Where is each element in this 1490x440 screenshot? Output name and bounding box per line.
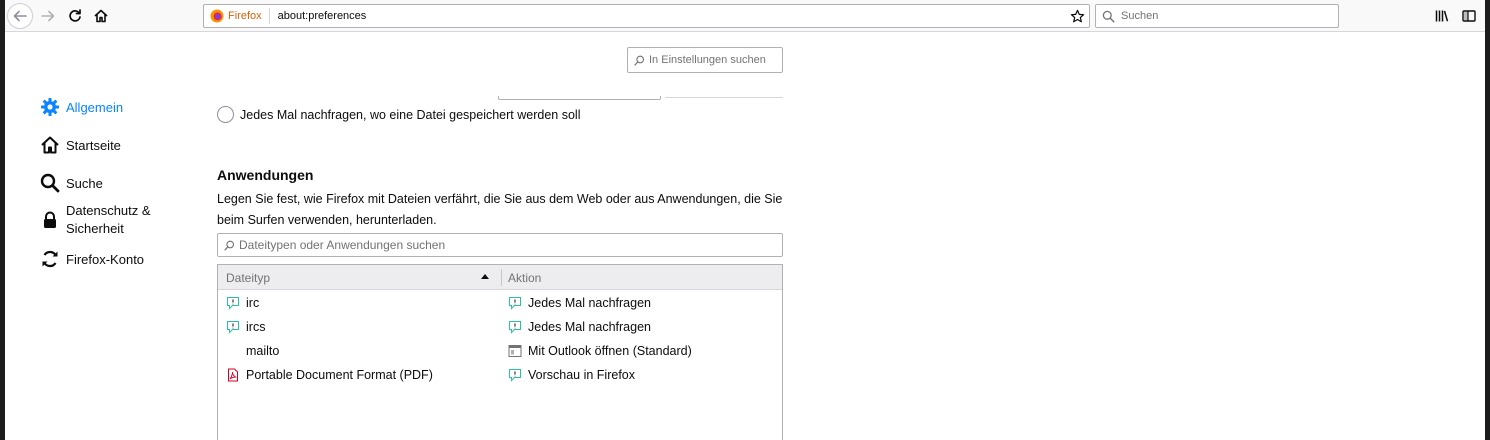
- back-arrow-icon: [13, 10, 27, 22]
- chat-icon: [227, 321, 239, 334]
- ask-save-location-option[interactable]: Jedes Mal nachfragen, wo eine Datei gesp…: [217, 106, 580, 123]
- category-home[interactable]: Startseite: [39, 134, 121, 156]
- chat-icon: [509, 321, 521, 334]
- column-header-action[interactable]: Aktion: [508, 271, 541, 285]
- home-icon: [39, 134, 61, 156]
- library-button[interactable]: [1429, 3, 1455, 29]
- category-home-label: Startseite: [66, 137, 121, 153]
- url-bar[interactable]: Firefox about:preferences: [203, 4, 1090, 28]
- library-icon: [1435, 10, 1449, 22]
- column-header-type[interactable]: Dateityp: [226, 271, 270, 285]
- row-type: Portable Document Format (PDF): [246, 368, 433, 382]
- pdf-icon: [228, 368, 238, 382]
- table-row[interactable]: irc Jedes Mal nachfragen: [218, 292, 782, 316]
- category-search[interactable]: Suche: [39, 172, 103, 194]
- preferences-search-box[interactable]: [627, 47, 783, 73]
- table-row[interactable]: ircs Jedes Mal nachfragen: [218, 316, 782, 340]
- row-action: Jedes Mal nachfragen: [528, 320, 651, 334]
- handlers-table: Dateityp Aktion irc Jedes Mal nachfragen…: [217, 264, 783, 440]
- category-sync[interactable]: Firefox-Konto: [39, 248, 144, 270]
- back-button[interactable]: [7, 3, 33, 29]
- applications-heading: Anwendungen: [217, 167, 314, 183]
- identity-box[interactable]: Firefox: [204, 8, 270, 24]
- forward-arrow-icon: [41, 10, 55, 22]
- handlers-table-header: Dateityp Aktion: [218, 265, 782, 290]
- navigation-toolbar: Firefox about:preferences: [5, 0, 1485, 32]
- web-search-bar[interactable]: [1095, 4, 1339, 28]
- bookmark-star-icon: [1070, 9, 1084, 22]
- search-icon: [39, 172, 61, 194]
- row-type: mailto: [246, 344, 280, 358]
- search-icon: [1102, 10, 1115, 23]
- preferences-search-input[interactable]: [649, 54, 779, 66]
- search-icon: [224, 240, 235, 251]
- table-row[interactable]: mailto Mit Outlook öffnen (Standard): [218, 340, 782, 364]
- row-action: Mit Outlook öffnen (Standard): [528, 344, 692, 358]
- file-type-search-input[interactable]: [239, 238, 759, 252]
- chat-icon: [509, 369, 521, 382]
- table-row[interactable]: Portable Document Format (PDF) Vorschau …: [218, 364, 782, 388]
- reload-icon: [69, 9, 81, 22]
- sidebar-icon: [1462, 10, 1476, 22]
- application-icon: [508, 345, 522, 357]
- applications-description: Legen Sie fest, wie Firefox mit Dateien …: [217, 192, 783, 227]
- column-divider[interactable]: [501, 269, 502, 286]
- url-text[interactable]: about:preferences: [278, 10, 1067, 22]
- browser-window: Firefox about:preferences Suchen In Eins…: [5, 0, 1485, 440]
- category-privacy[interactable]: Datenschutz & Sicherheit: [39, 202, 166, 238]
- ask-save-location-label: Jedes Mal nachfragen, wo eine Datei gesp…: [240, 107, 581, 122]
- row-action: Vorschau in Firefox: [528, 368, 635, 382]
- identity-label: Firefox: [228, 10, 262, 22]
- web-search-input[interactable]: [1121, 10, 1321, 22]
- category-general[interactable]: Allgemein: [39, 96, 123, 118]
- category-privacy-label: Datenschutz & Sicherheit: [66, 203, 151, 236]
- search-icon: [634, 55, 645, 66]
- category-general-label: Allgemein: [66, 99, 124, 115]
- home-button[interactable]: [88, 3, 114, 29]
- reload-button[interactable]: [62, 3, 88, 29]
- category-sync-label: Firefox-Konto: [66, 251, 145, 267]
- ask-save-location-radio[interactable]: [217, 106, 234, 123]
- sync-icon: [39, 248, 61, 270]
- home-icon: [94, 9, 108, 23]
- file-type-search-box[interactable]: [217, 233, 783, 257]
- category-search-label: Suche: [66, 175, 103, 191]
- row-type: ircs: [246, 320, 266, 334]
- download-folder-browse-button[interactable]: [665, 96, 783, 98]
- sidebar-button[interactable]: [1456, 3, 1482, 29]
- lock-icon: [39, 209, 61, 231]
- forward-button[interactable]: [35, 3, 61, 29]
- chat-icon: [509, 297, 521, 310]
- row-type: irc: [246, 296, 260, 310]
- sort-ascending-icon: [481, 274, 489, 279]
- download-folder-field[interactable]: [498, 96, 661, 100]
- row-action: Jedes Mal nachfragen: [528, 296, 651, 310]
- bookmark-star-button[interactable]: [1067, 6, 1087, 26]
- gear-icon: [39, 96, 61, 118]
- chat-icon: [227, 297, 239, 310]
- firefox-logo-icon: [210, 9, 224, 23]
